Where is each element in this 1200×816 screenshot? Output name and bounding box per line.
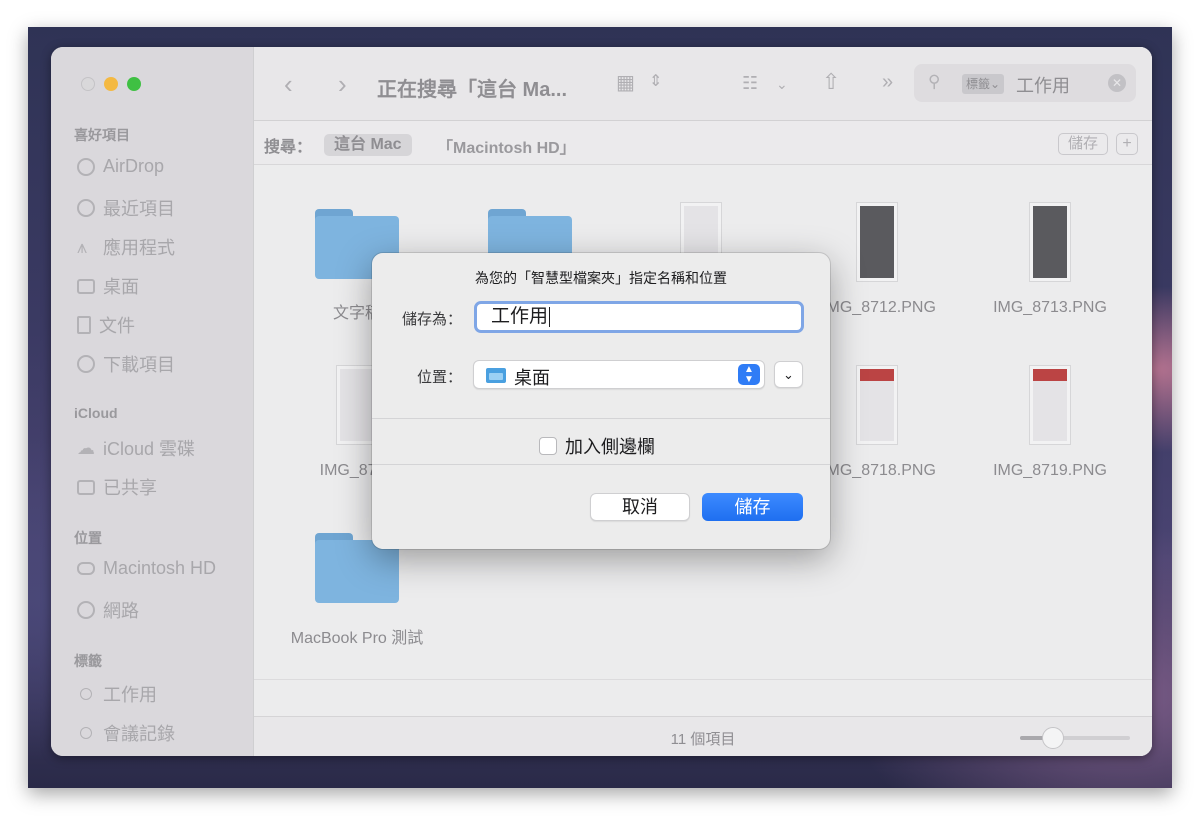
sidebar-item-applications[interactable]: ⩚ 應用程式 bbox=[77, 234, 175, 260]
save-smart-folder-dialog: 為您的「智慧型檔案夾」指定名稱和位置 儲存為： 工作用 位置： 桌面 ▲ ▼ ⌄ … bbox=[372, 253, 830, 549]
sidebar-item-tag-work[interactable]: 工作用 bbox=[77, 681, 157, 707]
divider bbox=[372, 418, 830, 419]
chevron-down-icon: ⌄ bbox=[783, 367, 794, 382]
item-count: 11 個項目 bbox=[670, 731, 736, 748]
checkbox-label[interactable]: 加入側邊欄 bbox=[565, 433, 655, 459]
sidebar-item-network[interactable]: 網路 bbox=[77, 597, 139, 623]
group-chevron-down-icon[interactable]: ⌄ bbox=[776, 77, 788, 91]
desktop-icon bbox=[77, 278, 95, 294]
sidebar-item-documents[interactable]: 文件 bbox=[77, 312, 135, 338]
location-select[interactable]: 桌面 ▲ ▼ bbox=[473, 360, 765, 389]
location-label: 位置： bbox=[416, 369, 462, 386]
sidebar-item-airdrop[interactable]: AirDrop bbox=[77, 156, 164, 177]
close-button[interactable] bbox=[81, 77, 95, 91]
cloud-icon: ☁ bbox=[77, 438, 95, 458]
sidebar-item-downloads[interactable]: 下載項目 bbox=[77, 351, 175, 377]
share-icon[interactable]: ⇧ bbox=[822, 71, 840, 93]
icon-view-icon[interactable]: ▦ bbox=[616, 73, 635, 93]
minimize-button[interactable] bbox=[104, 77, 118, 91]
disk-icon bbox=[77, 562, 95, 575]
tag-icon bbox=[80, 727, 92, 739]
add-criteria-button[interactable]: + bbox=[1116, 133, 1138, 155]
search-input[interactable]: 工作用 bbox=[1016, 72, 1070, 98]
search-field[interactable]: ⚲ 標籤⌄ 工作用 ✕ bbox=[914, 64, 1136, 102]
image-thumbnail[interactable] bbox=[856, 202, 898, 282]
zoom-button[interactable] bbox=[127, 77, 141, 91]
expand-dialog-button[interactable]: ⌄ bbox=[774, 361, 803, 388]
cancel-button[interactable]: 取消 bbox=[590, 493, 690, 521]
forward-chevron-icon[interactable]: › bbox=[338, 71, 347, 97]
shared-folder-icon bbox=[77, 479, 95, 495]
add-to-sidebar-checkbox[interactable]: 加入側邊欄 bbox=[539, 433, 655, 459]
window-controls bbox=[81, 77, 141, 91]
sidebar-item-label: AirDrop bbox=[103, 156, 165, 176]
airdrop-icon bbox=[77, 157, 95, 176]
sidebar: 喜好項目 AirDrop 最近項目 ⩚ 應用程式 桌面 文件 下載項目 iClo… bbox=[51, 47, 254, 756]
file-label[interactable]: IMG_8713.PNG bbox=[965, 299, 1135, 317]
toolbar: ‹ › 正在搜尋「這台 Ma... ▦ ⇕ ☷ ⌄ ⇧ » ⚲ 標籤⌄ 工作用 … bbox=[254, 47, 1152, 121]
sidebar-item-macintosh-hd[interactable]: Macintosh HD bbox=[77, 558, 216, 579]
download-icon bbox=[77, 355, 95, 373]
view-options-chevron-icon[interactable]: ⇕ bbox=[649, 74, 662, 90]
sidebar-section-favorites: 喜好項目 bbox=[74, 127, 130, 143]
sidebar-section-locations: 位置 bbox=[74, 530, 102, 546]
sidebar-item-label: 應用程式 bbox=[103, 238, 175, 258]
sidebar-item-label: iCloud 雲碟 bbox=[103, 439, 196, 459]
sidebar-item-label: 工作用 bbox=[103, 685, 157, 705]
text-caret bbox=[549, 306, 551, 327]
status-bar: 11 個項目 bbox=[254, 716, 1152, 756]
divider bbox=[372, 464, 830, 465]
search-scope-bar: 搜尋： 這台 Mac 「Macintosh HD」 儲存 + bbox=[254, 121, 1152, 165]
image-thumbnail[interactable] bbox=[856, 365, 898, 445]
clock-icon bbox=[77, 199, 95, 217]
applications-icon: ⩚ bbox=[77, 237, 88, 257]
name-field[interactable]: 工作用 bbox=[474, 301, 804, 333]
file-label[interactable]: MacBook Pro 測試 bbox=[272, 624, 442, 648]
sidebar-item-label: 桌面 bbox=[103, 277, 139, 297]
divider bbox=[254, 679, 1152, 680]
name-field-value: 工作用 bbox=[491, 306, 549, 327]
save-search-button[interactable]: 儲存 bbox=[1057, 133, 1108, 155]
sidebar-section-icloud: iCloud bbox=[74, 405, 118, 421]
image-thumbnail[interactable] bbox=[1029, 202, 1071, 282]
group-by-icon[interactable]: ☷ bbox=[742, 74, 758, 92]
folder-icon bbox=[486, 368, 506, 383]
search-icon: ⚲ bbox=[928, 72, 941, 91]
search-scope-label: 搜尋： bbox=[264, 139, 313, 156]
sidebar-item-label: 網路 bbox=[103, 601, 139, 621]
window-title: 正在搜尋「這台 Ma... bbox=[377, 79, 568, 101]
location-value: 桌面 bbox=[514, 368, 550, 388]
scope-this-mac-button[interactable]: 這台 Mac bbox=[324, 134, 412, 156]
scope-macintosh-hd-button[interactable]: 「Macintosh HD」 bbox=[437, 134, 576, 158]
sidebar-item-label: Macintosh HD bbox=[103, 558, 217, 578]
sidebar-item-label: 下載項目 bbox=[103, 355, 175, 375]
checkbox-box[interactable] bbox=[539, 437, 557, 455]
tag-icon bbox=[80, 688, 92, 700]
sidebar-item-label: 文件 bbox=[99, 316, 135, 336]
clear-search-icon[interactable]: ✕ bbox=[1108, 74, 1126, 92]
document-icon bbox=[77, 316, 91, 334]
sidebar-item-icloud-drive[interactable]: ☁ iCloud 雲碟 bbox=[77, 435, 195, 461]
icon-size-slider[interactable] bbox=[1020, 727, 1130, 749]
back-chevron-icon[interactable]: ‹ bbox=[284, 71, 293, 97]
select-stepper-icon: ▲ ▼ bbox=[738, 364, 760, 385]
network-icon bbox=[77, 601, 95, 619]
name-label: 儲存為： bbox=[401, 311, 462, 328]
save-button[interactable]: 儲存 bbox=[702, 493, 803, 521]
sidebar-item-tag-meeting[interactable]: 會議記錄 bbox=[77, 720, 175, 746]
search-tag-token[interactable]: 標籤⌄ bbox=[962, 74, 1005, 94]
dialog-title: 為您的「智慧型檔案夾」指定名稱和位置 bbox=[475, 270, 727, 286]
image-thumbnail[interactable] bbox=[1029, 365, 1071, 445]
sidebar-item-recents[interactable]: 最近項目 bbox=[77, 195, 175, 221]
sidebar-item-desktop[interactable]: 桌面 bbox=[77, 273, 139, 299]
sidebar-item-shared[interactable]: 已共享 bbox=[77, 474, 157, 500]
sidebar-item-label: 已共享 bbox=[103, 478, 157, 498]
sidebar-section-tags: 標籤 bbox=[74, 653, 102, 669]
file-label[interactable]: IMG_8719.PNG bbox=[965, 462, 1135, 480]
sidebar-item-label: 會議記錄 bbox=[103, 724, 175, 744]
sidebar-item-label: 最近項目 bbox=[103, 199, 175, 219]
more-chevron-icon[interactable]: » bbox=[882, 72, 893, 92]
slider-knob[interactable] bbox=[1042, 727, 1064, 749]
